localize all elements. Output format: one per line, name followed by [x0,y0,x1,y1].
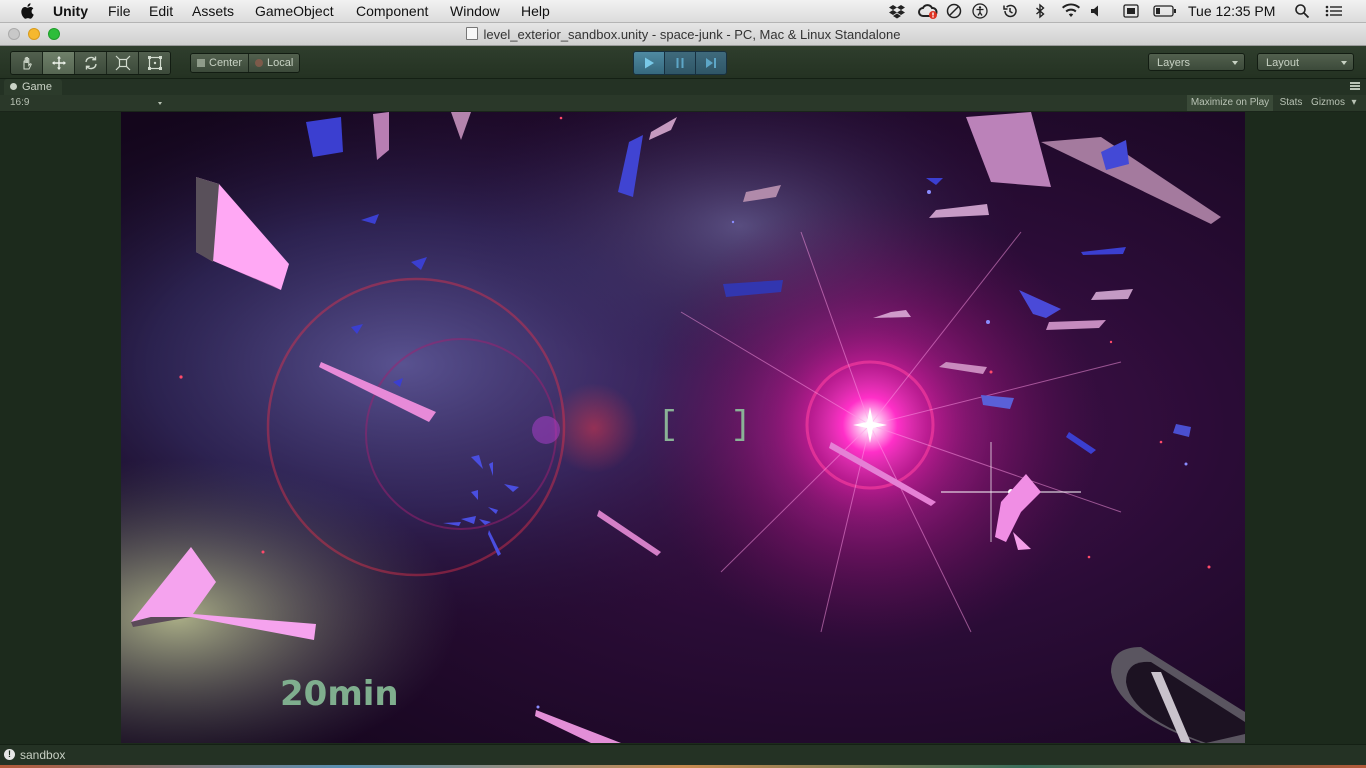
menu-gameobject[interactable]: GameObject [255,3,334,19]
hand-tool-button[interactable] [11,52,43,74]
notification-center-icon[interactable] [1325,3,1343,19]
chevron-down-icon [158,102,162,105]
rect-transform-icon [147,56,162,70]
game-viewport[interactable]: [ ] 20min [121,112,1245,743]
gizmos-toggle[interactable]: Gizmos [1309,95,1347,111]
targeting-reticle: [ ] [658,407,768,445]
menu-help[interactable]: Help [521,3,550,19]
transform-tools [10,51,171,75]
maximize-on-play-toggle[interactable]: Maximize on Play [1187,95,1273,111]
play-icon [645,57,654,69]
status-message: sandbox [20,748,66,762]
app-menu[interactable]: Unity [53,3,88,19]
chevron-down-icon [1341,61,1347,65]
rotate-tool-button[interactable] [75,52,107,74]
accessibility-icon[interactable] [972,3,988,19]
play-button[interactable] [634,52,665,74]
pivot-toggles: Center Local [190,53,301,73]
pivot-icon [197,59,205,67]
hand-icon [23,56,32,70]
menu-window[interactable]: Window [450,3,500,19]
console-status-bar[interactable]: ! sandbox [0,744,1366,765]
menu-component[interactable]: Component [356,3,428,19]
scale-tool-button[interactable] [107,52,139,74]
layout-dropdown[interactable]: Layout [1257,53,1354,71]
pause-button[interactable] [665,52,696,74]
game-panel-tabbar: Game [0,79,1366,95]
local-space-icon [255,59,264,67]
layers-dropdown[interactable]: Layers [1148,53,1245,71]
scale-icon [115,55,130,71]
pause-icon [676,58,684,68]
menu-assets[interactable]: Assets [192,3,234,19]
game-view-toolbar: 16:9 Maximize on Play Stats Gizmos ▾ [0,95,1366,112]
apple-menu-icon[interactable] [20,3,34,19]
unity-toolbar: Center Local Layers Layout [0,46,1366,79]
step-button[interactable] [696,52,726,74]
gizmos-dropdown-chevron-icon[interactable]: ▾ [1350,95,1358,111]
time-machine-icon[interactable] [1002,3,1018,19]
bluetooth-icon[interactable] [1032,3,1048,19]
chevron-down-icon [1232,61,1238,65]
input-source-icon[interactable] [1123,3,1139,19]
pivot-local-button[interactable]: Local [249,54,300,72]
battery-icon[interactable] [1153,3,1177,19]
window-title: level_exterior_sandbox.unity - space-jun… [483,27,901,42]
hud-timer: 20min [280,674,399,714]
document-icon [465,27,478,40]
volume-icon[interactable] [1089,3,1105,19]
panel-options-icon[interactable] [1350,82,1360,90]
do-not-disturb-icon[interactable] [946,3,962,19]
tab-game[interactable]: Game [4,79,62,95]
info-icon: ! [4,749,15,760]
window-title-bar: level_exterior_sandbox.unity - space-jun… [0,23,1366,46]
aspect-ratio-dropdown[interactable]: 16:9 [10,97,162,109]
step-icon [706,58,716,68]
move-tool-button[interactable] [43,52,75,74]
spotlight-search-icon[interactable] [1294,3,1310,19]
rotate-icon [84,56,97,70]
pivot-center-button[interactable]: Center [191,54,250,72]
menu-edit[interactable]: Edit [149,3,173,19]
move-arrows-icon [51,56,66,70]
stats-toggle[interactable]: Stats [1278,95,1304,111]
menu-file[interactable]: File [108,3,131,19]
creative-cloud-icon[interactable] [918,3,938,19]
menubar-clock[interactable]: Tue 12:35 PM [1188,3,1275,19]
mac-menu-bar: Unity File Edit Assets GameObject Compon… [0,0,1366,23]
playback-controls [633,51,727,75]
game-area: [ ] 20min [0,112,1366,743]
wifi-icon[interactable] [1061,3,1081,19]
game-tab-icon [10,83,17,90]
dropbox-icon[interactable] [889,3,905,19]
rect-tool-button[interactable] [139,52,170,74]
